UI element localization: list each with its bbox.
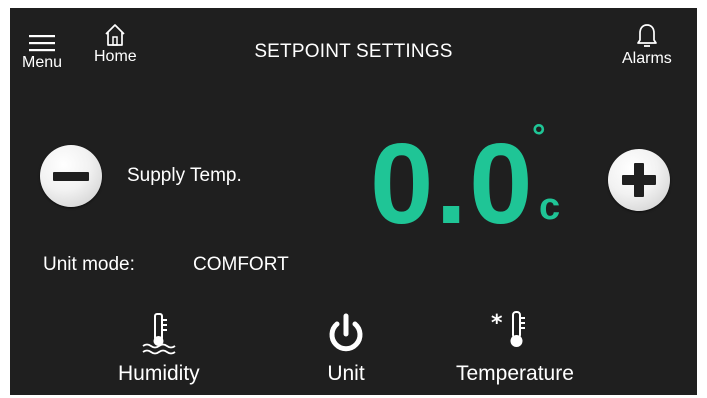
humidity-button[interactable]: Humidity [118,308,200,386]
increase-button[interactable] [608,149,670,211]
humidity-label: Humidity [118,362,200,385]
power-icon [329,313,363,352]
degree-symbol: ° [532,118,546,156]
setpoint-label: Supply Temp. [127,165,242,186]
humidity-icon [142,313,176,355]
alarms-label: Alarms [622,50,672,67]
page-title: SETPOINT SETTINGS [254,41,453,62]
minus-icon [53,172,89,181]
unit-mode-value: COMFORT [193,254,289,275]
setpoint-value: 0.0 [370,121,535,248]
temperature-unit: c [539,186,561,228]
setpoint-screen: Menu Home SETPOINT SETTINGS Alarms Suppl… [10,8,697,395]
decrease-button[interactable] [40,145,102,207]
unit-label: Unit [327,362,365,385]
unit-power-button[interactable]: Unit [324,308,368,386]
temperature-label: Temperature [456,362,574,385]
plus-icon [622,163,656,197]
unit-mode-label: Unit mode: [43,254,135,275]
thermometer-snowflake-icon: * [491,311,525,347]
alarms-button[interactable]: Alarms [622,22,672,68]
temperature-button[interactable]: * Temperature [456,308,574,386]
bell-icon [637,24,657,47]
svg-text:*: * [491,311,503,336]
